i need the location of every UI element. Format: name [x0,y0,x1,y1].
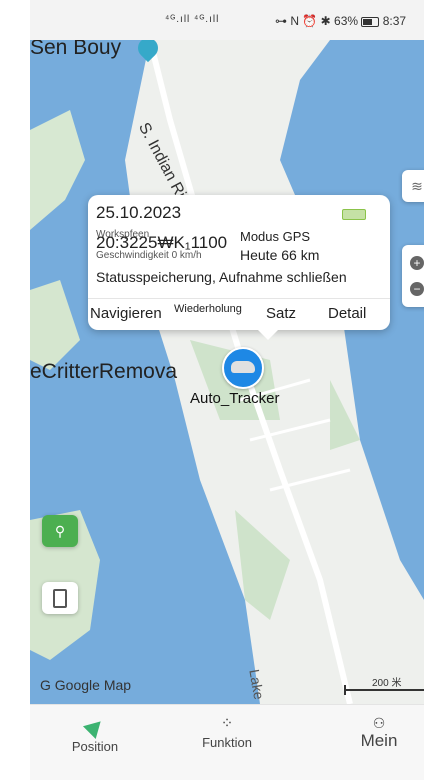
tab-funktion[interactable]: ⁘ Funktion [172,715,282,750]
zoom-in-icon[interactable]: + [410,256,424,270]
navigation-arrow-icon [82,714,108,740]
tab-position[interactable]: Position [40,714,150,754]
tab-position-label: Position [71,739,119,754]
popup-speed: Geschwindigkeit 0 km/h [96,250,202,261]
info-popup: 25.10.2023 Workspfeen 20:3225₩K₁1100 Mod… [88,195,390,340]
zoom-controls: + − [402,245,424,307]
battery-percent: 63% [334,14,359,28]
battery-indicator-icon [342,209,366,220]
status-icons: ⊶ N ⏰ ✱ [275,14,331,28]
layers-button[interactable]: ≋ [402,170,424,202]
left-shore [30,110,85,230]
zoom-out-icon[interactable]: − [410,282,424,296]
tab-mein[interactable]: ⚇ Mein [324,715,424,751]
replay-button[interactable]: Wiederholung [174,303,242,315]
phone-icon [53,588,67,608]
signal-indicator: ⁴ᴳ.ıll ⁴ᴳ.ıll [165,14,220,25]
location-pin-icon: ⚲ [54,522,66,539]
poi-label-top: Sen Bouy [30,40,122,59]
battery-icon [361,16,380,27]
clock: 8:37 [382,14,407,28]
phone-screen: ⁴ᴳ.ıll ⁴ᴳ.ıll ⊶ N ⏰ ✱ 63% 8:37 Sen Bouy … [30,0,424,780]
vehicle-label: Auto_Tracker [190,390,280,407]
tab-funktion-label: Funktion [202,735,252,750]
status-right: ⊶ N ⏰ ✱ 63% 8:37 [275,14,406,28]
detail-button[interactable]: Detail [328,305,366,322]
location-toggle-button[interactable]: ⚲ [42,515,78,547]
popup-mode: Modus GPS [240,229,311,244]
status-bar: ⁴ᴳ.ıll ⁴ᴳ.ıll ⊶ N ⏰ ✱ 63% 8:37 [30,0,424,40]
vehicle-marker[interactable] [222,347,264,389]
google-attribution: G Google Map [40,677,132,693]
left-shore-2 [30,280,80,370]
layers-icon: ≋ [411,177,423,194]
map-view[interactable]: Sen Bouy S. Indian River eCritterRemova … [30,40,424,704]
popup-today: Heute 66 km [240,247,320,263]
person-icon: ⚇ [372,715,386,731]
bottom-tab-bar: Position ⁘ Funktion ⚇ Mein [30,704,424,780]
grid-icon: ⁘ [220,715,234,732]
tab-mein-label: Mein [360,731,398,750]
satz-button[interactable]: Satz [266,305,296,322]
popup-date: 25.10.2023 [96,203,182,222]
poi-label-left: eCritterRemova [30,360,178,383]
popup-status: Statusspeicherung, Aufnahme schließen [96,269,347,285]
scale-label: 200 米 [372,678,402,689]
popup-divider [88,298,390,299]
car-icon [231,361,255,373]
device-button[interactable] [42,582,78,614]
navigate-button[interactable]: Navigieren [90,305,162,322]
